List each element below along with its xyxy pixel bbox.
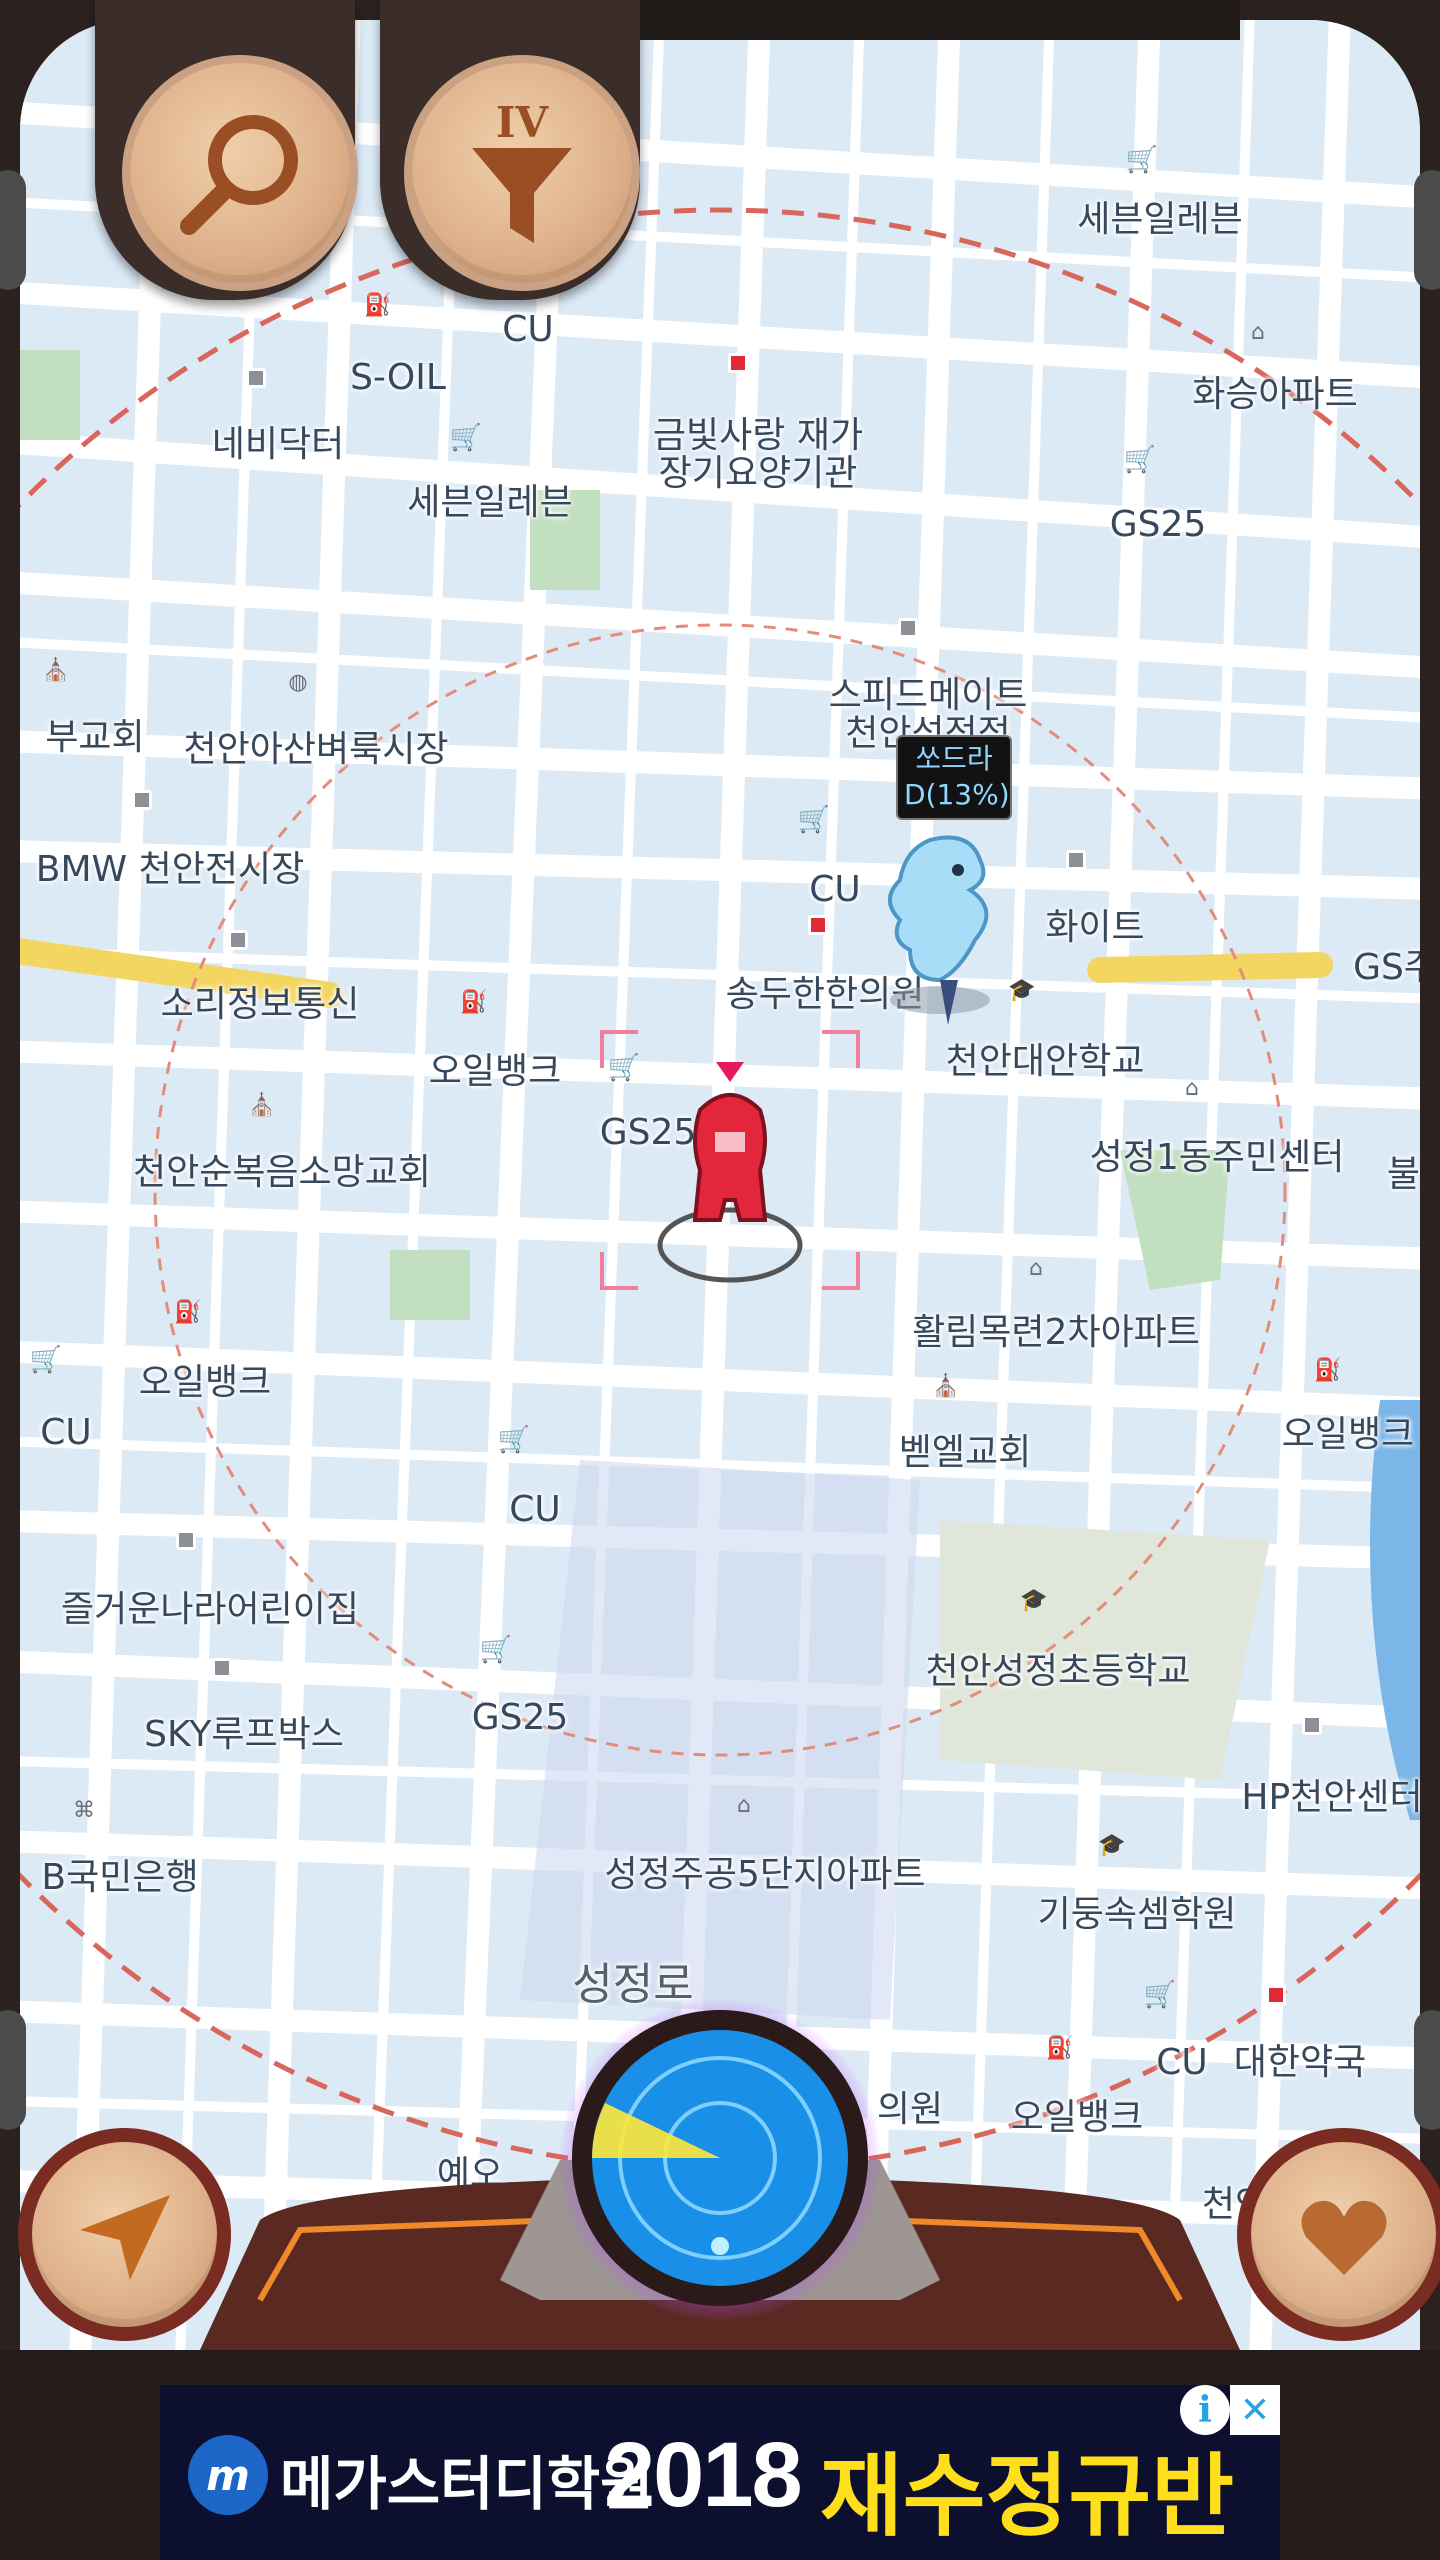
apartment-icon: ⌂ <box>1029 1255 1043 1281</box>
ad-info-icon[interactable]: i <box>1180 2385 1230 2435</box>
place-marker-icon <box>173 1527 199 1553</box>
academy-icon: 🎓 <box>1098 1832 1126 1858</box>
gas-station-icon: ⛽ <box>1046 2035 1074 2061</box>
convenience-store-icon: 🛒 <box>1123 445 1157 475</box>
radar-icon <box>592 2030 848 2286</box>
map-label: 오일뱅크 <box>138 1362 272 1404</box>
iv-filter-button[interactable]: IV <box>404 55 640 291</box>
map-label: 벧엘교회 <box>898 1432 1032 1474</box>
monster-info-tag: 쏘드라 D(13%) <box>896 735 1012 820</box>
convenience-store-icon: 🛒 <box>449 423 483 453</box>
left-clip <box>0 170 26 290</box>
convenience-store-icon: 🛒 <box>479 1635 513 1665</box>
map-label: 부교회 <box>45 717 145 759</box>
radar-button[interactable] <box>572 2010 868 2306</box>
convenience-store-icon: 🛒 <box>1125 145 1159 175</box>
map-label: 화이트 <box>1045 907 1145 949</box>
gas-station-icon: ⛽ <box>460 989 488 1015</box>
place-marker-icon <box>129 787 155 813</box>
iv-label: IV <box>495 98 549 147</box>
gas-station-icon: ⛽ <box>1314 1357 1342 1383</box>
convenience-store-icon: 🛒 <box>797 805 831 835</box>
gas-station-icon: ⛽ <box>174 1299 202 1325</box>
government-office-icon: ⌂ <box>1185 1075 1199 1101</box>
player-avatar[interactable] <box>640 1060 820 1290</box>
map-label: 오일뱅크 <box>428 1051 562 1093</box>
map-label: CU <box>1156 2042 1208 2084</box>
heart-icon <box>1301 2200 1386 2275</box>
apartment-icon: ⌂ <box>1251 319 1265 345</box>
place-marker-icon <box>1299 1712 1325 1738</box>
monster-grade: D(13%) <box>904 778 1010 812</box>
search-button[interactable] <box>122 55 358 291</box>
place-marker-icon <box>243 365 269 391</box>
map-label: S-OIL <box>350 357 446 399</box>
map-label: 활림목련2차아파트 <box>912 1312 1200 1354</box>
map-label: 세븐일레븐 <box>1077 199 1243 241</box>
map-label: GS25 <box>1109 504 1207 546</box>
map-label: BMW 천안전시장 <box>35 849 305 891</box>
map-label: 성정1동주민센터 <box>1089 1137 1345 1179</box>
map-label: 기둥속셈학원 <box>1037 1894 1237 1936</box>
ad-banner[interactable]: m 메가스터디학원 2018 재수정규반 i ✕ <box>160 2385 1280 2560</box>
magnifier-icon <box>180 115 298 235</box>
school-icon: 🎓 <box>1020 1587 1048 1613</box>
place-marker-icon <box>209 1655 235 1681</box>
funnel-icon <box>472 148 572 243</box>
map-label: 네비닥터 <box>211 424 345 466</box>
market-icon: ◍ <box>288 669 308 695</box>
map-label: SKY루프박스 <box>144 1714 344 1756</box>
map-label: 천안순복음소망교회 <box>132 1152 432 1194</box>
map-screen: 🛒 ⌂ 🛒 ⛽ 🛒 ⛪ ◍ 🛒 🎓 ⛽ 🛒 ⌂ ⛪ ⌂ ⛽ 🛒 ⛪ ⛽ 🛒 🎓 … <box>0 0 1440 2350</box>
gas-station-icon: ⛽ <box>364 292 392 318</box>
clinic-marker-icon <box>725 350 751 376</box>
map-label: 대한약국 <box>1233 2042 1367 2084</box>
map-label: 화승아파트 <box>1192 374 1358 416</box>
monster-name: 쏘드라 <box>915 742 993 775</box>
map-label: CU <box>40 1412 92 1454</box>
map-label: 오일뱅크 <box>1281 1414 1415 1456</box>
apartment-icon: ⌂ <box>737 1792 751 1818</box>
ad-year: 2018 <box>604 2424 803 2526</box>
ad-close-icon[interactable]: ✕ <box>1230 2385 1280 2435</box>
church-icon: ⛪ <box>42 657 70 683</box>
map-label: B국민은행 <box>41 1857 199 1899</box>
place-marker-icon <box>895 615 921 641</box>
ad-logo: m <box>188 2435 268 2515</box>
road-label: 성정로 <box>572 1958 694 2010</box>
ad-brand: 메가스터디학원 <box>280 2450 654 2518</box>
map-label: 소리정보통신 <box>160 984 360 1026</box>
map-label: GS25 <box>471 1697 569 1739</box>
map-label: 성정주공5단지아파트 <box>604 1854 926 1896</box>
map-label: CU <box>502 309 554 351</box>
map-label: GS주 <box>1353 947 1420 989</box>
map-label: CU <box>809 869 861 911</box>
map-label: 세븐일레븐 <box>407 482 573 524</box>
convenience-store-icon: 🛒 <box>29 1345 63 1375</box>
map-label: 불공 <box>1386 1154 1420 1196</box>
map-label: 천안대안학교 <box>945 1041 1145 1083</box>
pharmacy-icon <box>1263 1982 1289 2008</box>
bank-icon: ⌘ <box>73 1797 95 1823</box>
church-icon: ⛪ <box>932 1373 960 1399</box>
map-label: HP천안센터 <box>1241 1777 1420 1819</box>
navigate-button[interactable] <box>18 2128 231 2341</box>
favorites-button[interactable] <box>1237 2128 1440 2341</box>
convenience-store-icon: 🛒 <box>497 1425 531 1455</box>
map-label: 금빛사랑 재가 장기요양기관 <box>652 415 864 494</box>
paper-plane-icon <box>79 2194 170 2280</box>
ad-promo: 재수정규반 <box>820 2444 1234 2549</box>
place-marker-icon <box>1063 847 1089 873</box>
right-clip <box>1414 170 1440 290</box>
place-marker-icon <box>225 927 251 953</box>
convenience-store-icon: 🛒 <box>1143 1980 1177 2010</box>
clinic-marker-icon <box>805 912 831 938</box>
map-label: 천안아산벼룩시장 <box>183 729 449 771</box>
map-label: 천안성정초등학교 <box>925 1651 1191 1693</box>
church-icon: ⛪ <box>248 1092 276 1118</box>
monster-sprite[interactable] <box>870 830 1020 1030</box>
map-label: 즐거운나라어린이집 <box>60 1589 360 1631</box>
map-label: CU <box>509 1489 561 1531</box>
top-bar <box>640 0 1240 40</box>
